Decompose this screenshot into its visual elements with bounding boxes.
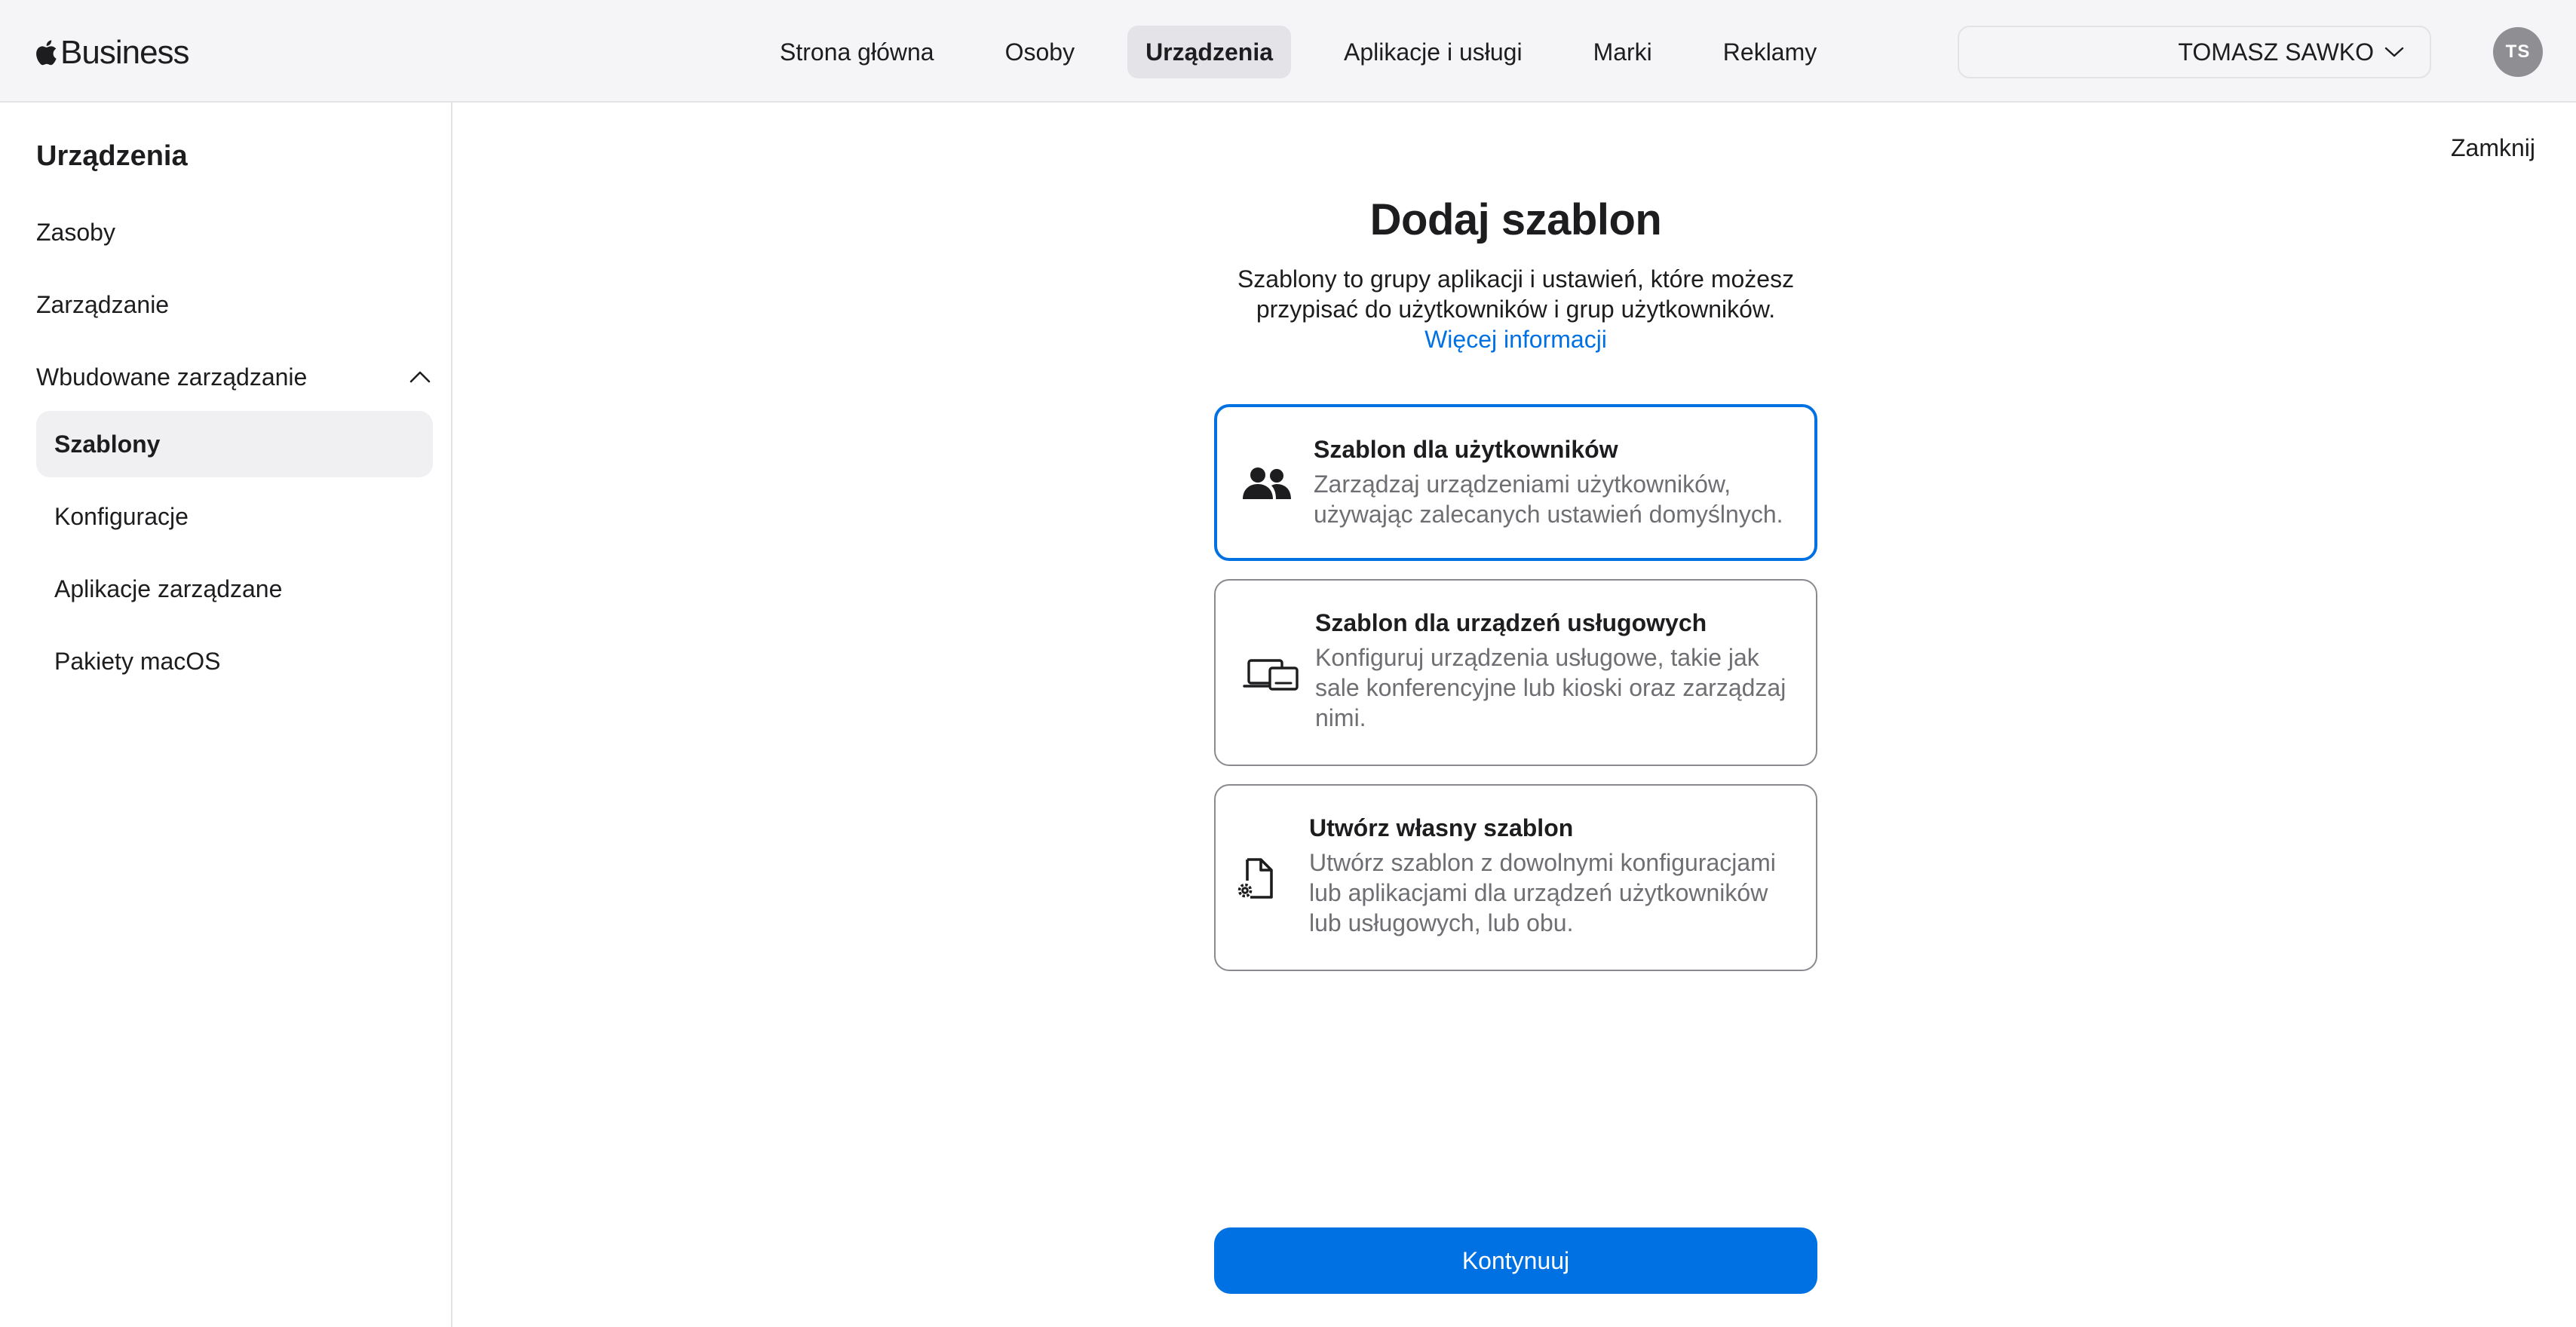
sidebar-item-label: Zasoby [36, 218, 115, 246]
sidebar-item-label: Wbudowane zarządzanie [36, 363, 308, 391]
nav-item-ads[interactable]: Reklamy [1705, 26, 1835, 78]
sidebar: Urządzenia Zasoby Zarządzanie Wbudowane … [0, 103, 452, 1327]
main-nav: Strona główna Osoby Urządzenia Aplikacje… [762, 26, 1869, 78]
option-description: Konfiguruj urządzenia usługowe, takie ja… [1315, 644, 1786, 731]
sidebar-item-label: Konfiguracje [54, 502, 189, 530]
continue-button[interactable]: Kontynuuj [1214, 1227, 1817, 1294]
document-gear-icon [1234, 855, 1279, 903]
option-title: Szablon dla urządzeń usługowych [1315, 609, 1707, 636]
nav-item-home[interactable]: Strona główna [762, 26, 952, 78]
apple-logo-icon [35, 38, 57, 67]
option-description: Zarządzaj urządzeniami użytkowników, uży… [1314, 470, 1783, 528]
sidebar-item-label: Szablony [54, 430, 161, 458]
option-user-template[interactable]: Szablon dla użytkowników Zarządzaj urząd… [1214, 404, 1817, 561]
brand-logo[interactable]: Business [35, 33, 190, 72]
nav-item-apps-services[interactable]: Aplikacje i usługi [1326, 26, 1541, 78]
nav-item-devices[interactable]: Urządzenia [1127, 26, 1291, 78]
option-service-device-template[interactable]: Szablon dla urządzeń usługowych Konfigur… [1214, 579, 1817, 766]
option-title: Szablon dla użytkowników [1314, 436, 1618, 463]
devices-icon [1243, 653, 1300, 695]
brand-name: Business [60, 34, 190, 71]
sidebar-item-management[interactable]: Zarządzanie [36, 278, 431, 331]
sidebar-item-macos-packages[interactable]: Pakiety macOS [36, 628, 433, 694]
people-icon [1241, 460, 1293, 508]
sidebar-item-managed-apps[interactable]: Aplikacje zarządzane [36, 556, 433, 622]
account-name: TOMASZ SAWKO [2178, 38, 2374, 66]
page-title: Dodaj szablon [1369, 195, 1662, 244]
top-header: Business Strona główna Osoby Urządzenia … [0, 0, 2576, 103]
close-link[interactable]: Zamknij [2451, 134, 2535, 162]
option-description: Utwórz szablon z dowolnymi konfiguracjam… [1309, 849, 1776, 936]
chevron-down-icon [2384, 46, 2404, 58]
sidebar-item-templates[interactable]: Szablony [36, 411, 433, 477]
page-description: Szablony to grupy aplikacji i ustawień, … [1237, 265, 1795, 323]
sidebar-title: Urządzenia [36, 140, 188, 172]
more-info-link[interactable]: Więcej informacji [1214, 326, 1817, 354]
nav-item-brands[interactable]: Marki [1575, 26, 1670, 78]
sidebar-item-configurations[interactable]: Konfiguracje [36, 483, 433, 550]
sidebar-item-label: Aplikacje zarządzane [54, 575, 283, 602]
account-switcher[interactable]: TOMASZ SAWKO [1958, 26, 2431, 78]
sidebar-item-label: Pakiety macOS [54, 647, 221, 675]
sidebar-item-label: Zarządzanie [36, 290, 170, 318]
avatar[interactable]: TS [2493, 27, 2543, 77]
sidebar-item-built-in-management[interactable]: Wbudowane zarządzanie [36, 351, 431, 403]
option-title: Utwórz własny szablon [1309, 814, 1574, 841]
sidebar-item-resources[interactable]: Zasoby [36, 206, 431, 259]
chevron-up-icon[interactable] [409, 370, 431, 384]
nav-item-people[interactable]: Osoby [987, 26, 1093, 78]
option-custom-template[interactable]: Utwórz własny szablon Utwórz szablon z d… [1214, 784, 1817, 971]
